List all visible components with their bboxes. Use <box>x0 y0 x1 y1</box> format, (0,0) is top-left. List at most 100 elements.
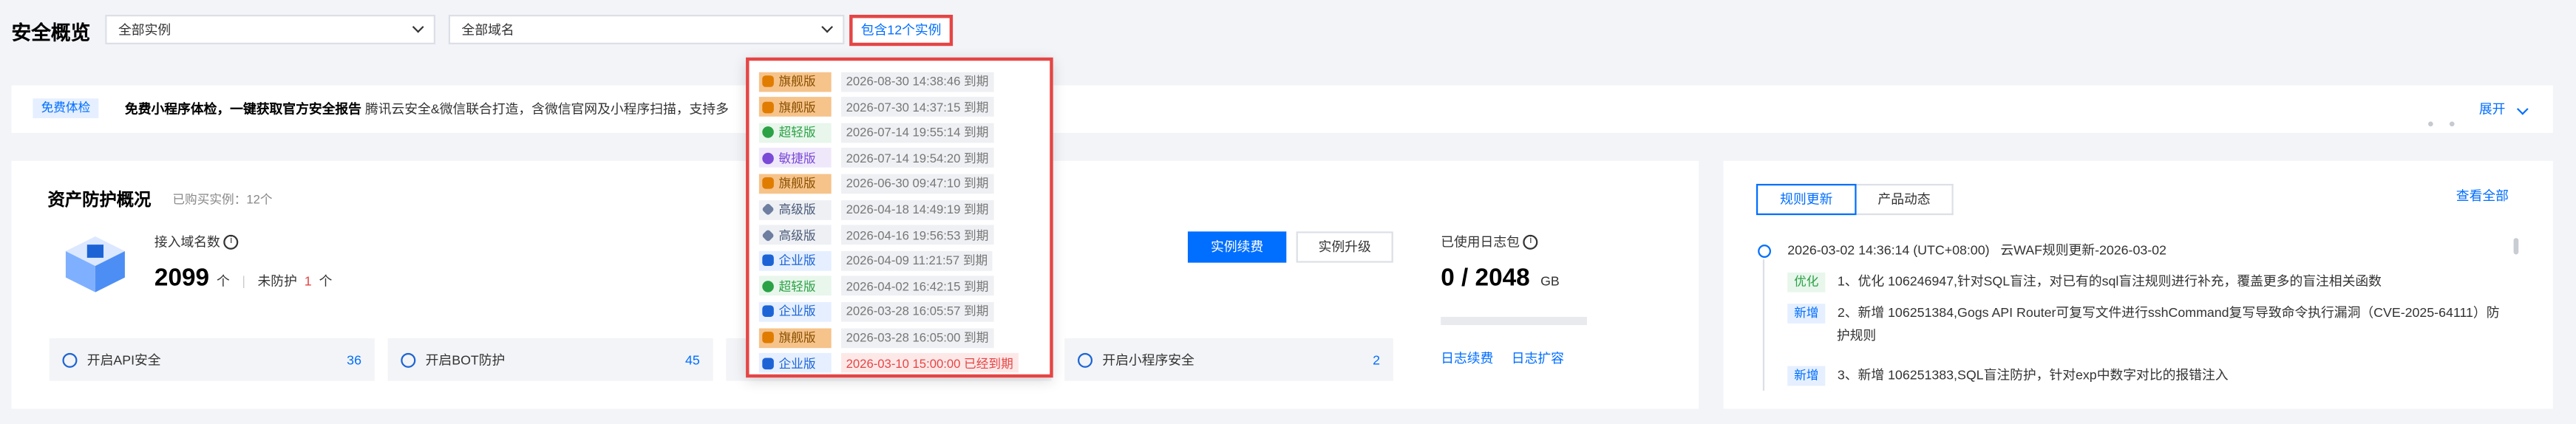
purchased-instances: 已购买实例：12个 <box>172 192 273 208</box>
news-text: 2、新增 106251384,Gogs API Router可复写文件进行ssh… <box>1837 305 2500 321</box>
instance-row[interactable]: 旗舰版 2026-03-28 16:05:00 到期 <box>758 326 994 348</box>
news-text: 1、优化 106246947,针对SQL盲注，对已有的sql盲注规则进行补充，覆… <box>1837 274 2382 290</box>
edition-badge: 超轻版 <box>758 123 832 143</box>
unprotected-label: 未防护 <box>257 274 297 290</box>
instance-row[interactable]: 高级版 2026-04-18 14:49:19 到期 <box>758 199 994 220</box>
feature-label: 开启API安全 <box>86 352 161 367</box>
page-title: 安全概览 <box>11 21 91 45</box>
feature-label: 开启BOT防护 <box>425 352 506 367</box>
instance-select-value: 全部实例 <box>118 22 171 38</box>
domain-select[interactable]: 全部域名 <box>448 15 845 45</box>
unprotected-count: 1 <box>304 274 312 290</box>
news-item: 新增 3、新增 106251383,SQL盲注防护，针对exp中数字对比的报错注… <box>1787 358 2229 388</box>
chevron-down-icon <box>2517 103 2529 115</box>
contains-instances-link[interactable]: 包含12个实例 <box>849 15 954 47</box>
unprotected-unit: 个 <box>319 274 333 290</box>
instance-row[interactable]: 企业版 2026-03-28 16:05:57 到期 <box>758 301 994 323</box>
edition-badge: 敏捷版 <box>758 148 832 168</box>
banner-headline: 免费小程序体检，一键获取官方安全报告 <box>124 101 361 117</box>
feature-bot-protection[interactable]: 开启BOT防护 45 <box>387 338 713 381</box>
instance-select[interactable]: 全部实例 <box>105 15 435 45</box>
edition-label: 超轻版 <box>778 278 816 294</box>
edition-label: 企业版 <box>778 304 816 320</box>
expire-date: 2026-04-09 11:21:57 到期 <box>840 250 993 271</box>
domain-count-row: 2099 个 | 未防护 1 个 <box>154 264 333 293</box>
edition-badge: 高级版 <box>758 225 832 245</box>
instance-row[interactable]: 旗舰版 2026-06-30 09:47:10 到期 <box>758 173 994 194</box>
instance-row[interactable]: 敏捷版 2026-07-14 19:54:20 到期 <box>758 148 994 169</box>
edition-icon <box>762 306 774 318</box>
edition-icon <box>762 126 774 139</box>
edition-badge: 企业版 <box>758 250 832 271</box>
waf-overview-page: 安全概览 全部实例 全部域名 包含12个实例 免费体检 免费小程序体检，一键获取… <box>0 0 2576 423</box>
edition-badge: 旗舰版 <box>758 71 832 92</box>
asset-title: 资产防护概况 <box>47 190 152 211</box>
news-item: 优化 1、优化 106246947,针对SQL盲注，对已有的sql盲注规则进行补… <box>1787 264 2382 294</box>
asset-illustration-icon <box>59 230 132 295</box>
feature-count[interactable]: 45 <box>685 352 700 367</box>
news-tag: 新增 <box>1787 304 1826 324</box>
edition-label: 高级版 <box>778 202 816 217</box>
feature-label: 开启小程序安全 <box>1102 352 1194 367</box>
feature-count[interactable]: 2 <box>1373 352 1380 367</box>
timeline-line <box>1762 259 1765 391</box>
banner-description: 腾讯云安全&微信联合打造，含微信官网及小程序扫描，支持多 <box>364 101 729 117</box>
robot-icon <box>401 352 416 367</box>
expire-date: 2026-03-10 15:00:00 已经到期 <box>840 353 1019 373</box>
log-usage-label: 已使用日志包 i <box>1441 233 1538 251</box>
chevron-down-icon <box>821 21 833 33</box>
edition-label: 旗舰版 <box>778 176 816 191</box>
instance-row[interactable]: 旗舰版 2026-08-30 14:38:46 到期 <box>758 71 994 92</box>
domain-select-value: 全部域名 <box>461 22 514 38</box>
expire-date: 2026-04-02 16:42:15 到期 <box>840 276 994 296</box>
instance-row[interactable]: 高级版 2026-04-16 19:56:53 到期 <box>758 225 994 246</box>
feature-api-security[interactable]: 开启API安全 36 <box>49 338 375 381</box>
log-renew-link[interactable]: 日志续费 <box>1441 349 1493 367</box>
news-entry-title[interactable]: 2026-03-02 14:36:14 (UTC+08:00) 云WAF规则更新… <box>1787 242 2167 259</box>
edition-badge: 旗舰版 <box>758 97 832 117</box>
edition-badge: 企业版 <box>758 353 832 373</box>
instance-row[interactable]: 超轻版 2026-04-02 16:42:15 到期 <box>758 276 994 297</box>
free-checkup-tag: 免费体检 <box>33 98 99 119</box>
edition-label: 敏捷版 <box>778 151 816 166</box>
view-all-link[interactable]: 查看全部 <box>2456 187 2509 205</box>
edition-icon <box>762 254 774 267</box>
carousel-dots[interactable] <box>2428 105 2471 134</box>
banner-text[interactable]: 免费小程序体检，一键获取官方安全报告 腾讯云安全&微信联合打造，含微信官网及小程… <box>125 100 729 118</box>
edition-badge: 旗舰版 <box>758 174 832 194</box>
domain-count-label: 接入域名数 i <box>154 233 239 251</box>
tab-rule-updates[interactable]: 规则更新 <box>1756 183 1857 216</box>
edition-icon <box>762 75 774 87</box>
feature-count[interactable]: 36 <box>347 352 361 367</box>
news-scrollbar[interactable] <box>2513 238 2519 255</box>
edition-icon <box>762 357 774 369</box>
info-icon[interactable]: i <box>223 235 239 250</box>
info-icon[interactable]: i <box>1523 235 1538 250</box>
instance-row[interactable]: 超轻版 2026-07-14 19:55:14 到期 <box>758 122 994 143</box>
expire-date: 2026-08-30 14:38:46 到期 <box>840 71 994 92</box>
renew-instance-button[interactable]: 实例续费 <box>1187 231 1287 263</box>
edition-icon <box>762 100 774 113</box>
shield-icon <box>62 352 78 367</box>
expire-date: 2026-07-14 19:54:20 到期 <box>840 148 994 168</box>
expire-date: 2026-03-28 16:05:57 到期 <box>840 301 994 322</box>
expand-button[interactable]: 展开 <box>2478 100 2529 118</box>
edition-icon <box>761 202 775 216</box>
log-expand-link[interactable]: 日志扩容 <box>1512 349 1564 367</box>
expire-date: 2026-06-30 09:47:10 到期 <box>840 174 994 194</box>
instance-row[interactable]: 企业版 2026-03-10 15:00:00 已经到期 <box>758 352 1019 374</box>
feature-miniprogram-security[interactable]: 开启小程序安全 2 <box>1064 338 1393 381</box>
instance-row[interactable]: 旗舰版 2026-07-30 14:37:15 到期 <box>758 96 994 117</box>
edition-icon <box>762 152 774 164</box>
miniprogram-icon <box>1078 352 1093 367</box>
edition-label: 高级版 <box>778 228 816 243</box>
edition-badge: 企业版 <box>758 301 832 322</box>
news-text: 3、新增 106251383,SQL盲注防护，针对exp中数字对比的报错注入 <box>1837 367 2229 383</box>
domain-count-unit: 个 <box>217 274 230 290</box>
instance-row[interactable]: 企业版 2026-04-09 11:21:57 到期 <box>758 250 993 271</box>
expire-date: 2026-03-28 16:05:00 到期 <box>840 327 994 348</box>
expand-label: 展开 <box>2478 101 2506 117</box>
upgrade-instance-button[interactable]: 实例升级 <box>1296 231 1393 263</box>
tab-product-news[interactable]: 产品动态 <box>1856 183 1954 216</box>
edition-label: 企业版 <box>778 355 816 371</box>
